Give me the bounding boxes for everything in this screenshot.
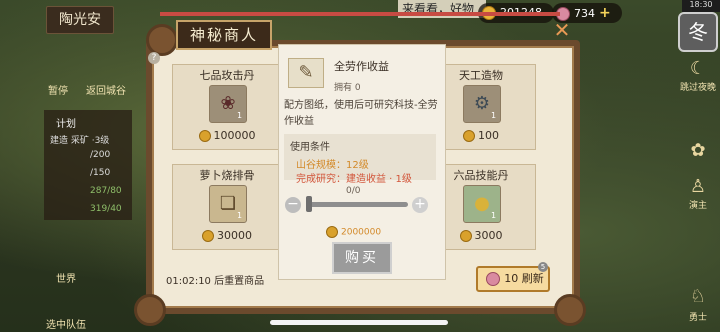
pause-tab[interactable]: 暂停 bbox=[48, 82, 68, 97]
warrior-label[interactable]: 勇士 bbox=[676, 310, 720, 323]
restock-timer: 01:02:10 后重置商品 bbox=[166, 276, 265, 287]
increase-quantity-button[interactable]: + bbox=[412, 197, 428, 213]
lord-label[interactable]: 演主 bbox=[676, 198, 720, 211]
coin-icon bbox=[202, 230, 214, 242]
city-name-plate[interactable]: 陶光安 bbox=[46, 6, 114, 34]
condition-research: 完成研究：建造收益 · 1级 bbox=[296, 174, 412, 185]
refresh-count-badge: 5 bbox=[538, 262, 548, 272]
close-icon[interactable]: ✕ bbox=[552, 20, 572, 40]
decrease-quantity-button[interactable]: − bbox=[285, 197, 301, 213]
quantity-slider[interactable] bbox=[308, 202, 408, 207]
conditions-title: 使用条件 bbox=[290, 142, 330, 153]
detail-price: 2000000 bbox=[326, 226, 381, 238]
season-indicator[interactable]: 冬 bbox=[678, 12, 718, 52]
item-qty: 1 bbox=[237, 111, 243, 120]
world-button[interactable]: 世界 bbox=[56, 270, 76, 285]
red-ribbon-decoration bbox=[160, 12, 560, 16]
resource-row-1: /200 bbox=[90, 150, 111, 160]
skip-night-label[interactable]: 跳过夜晚 bbox=[676, 80, 720, 93]
item-qty: 1 bbox=[237, 211, 243, 220]
coin-icon bbox=[459, 230, 472, 242]
gem-value: 734 bbox=[574, 7, 595, 20]
detail-description: 配方图纸，使用后可研究科技-全劳作收益 bbox=[284, 100, 438, 127]
help-icon[interactable]: ? bbox=[148, 52, 160, 64]
detail-owned-count: 拥有 0 bbox=[334, 83, 361, 93]
item-name: 七品玫击丹 bbox=[199, 69, 255, 82]
shop-title: 神秘商人 bbox=[176, 20, 272, 50]
moon-icon[interactable]: ☾ bbox=[676, 58, 720, 79]
condition-valley-scale: 山谷规模：12级 bbox=[296, 160, 369, 171]
item-price: 100000 bbox=[173, 129, 281, 142]
plan-label: 计划 bbox=[56, 119, 76, 130]
cart-wheel-decoration bbox=[146, 24, 178, 56]
selected-team-button[interactable]: 选中队伍 bbox=[46, 316, 86, 331]
coin-icon bbox=[198, 130, 211, 142]
item-price: 30000 bbox=[173, 229, 281, 242]
home-indicator-bar[interactable] bbox=[270, 320, 448, 325]
recipe-scroll-icon: ✎ bbox=[288, 58, 324, 88]
gem-icon bbox=[486, 272, 501, 286]
resource-row-4: 319/40 bbox=[90, 204, 122, 214]
item-qty: 1 bbox=[491, 211, 497, 220]
return-valley-tab[interactable]: 返回城谷 bbox=[86, 82, 126, 97]
resource-row-3: 287/80 bbox=[90, 186, 122, 196]
detail-item-name: 全劳作收益 bbox=[334, 60, 389, 73]
buy-button[interactable]: 购买 bbox=[332, 242, 392, 274]
plan-subtitle: 建造 采矿 ·3级 bbox=[50, 136, 110, 146]
item-qty: 1 bbox=[491, 111, 497, 120]
coin-icon bbox=[463, 130, 475, 142]
knight-icon[interactable]: ♘ bbox=[676, 286, 720, 307]
cart-wheel-decoration bbox=[134, 294, 166, 326]
person-icon[interactable]: ♙ bbox=[676, 176, 720, 197]
resource-row-2: /150 bbox=[90, 168, 111, 178]
item-name: 萝卜烧排骨 bbox=[199, 169, 255, 182]
quantity-readout: 0/0 bbox=[346, 186, 361, 196]
cart-wheel-decoration bbox=[554, 294, 586, 326]
shop-item-card[interactable]: 萝卜烧排骨 ❏ 1 30000 bbox=[172, 164, 282, 250]
flower-icon[interactable]: ✿ bbox=[676, 140, 720, 161]
coin-icon bbox=[326, 226, 338, 238]
clock-time: 18:30 bbox=[682, 0, 720, 12]
add-gems-plus-icon[interactable]: + bbox=[599, 5, 611, 21]
shop-item-card[interactable]: 七品玫击丹 ❀ 1 100000 bbox=[172, 64, 282, 150]
quantity-slider-handle[interactable] bbox=[306, 196, 312, 212]
